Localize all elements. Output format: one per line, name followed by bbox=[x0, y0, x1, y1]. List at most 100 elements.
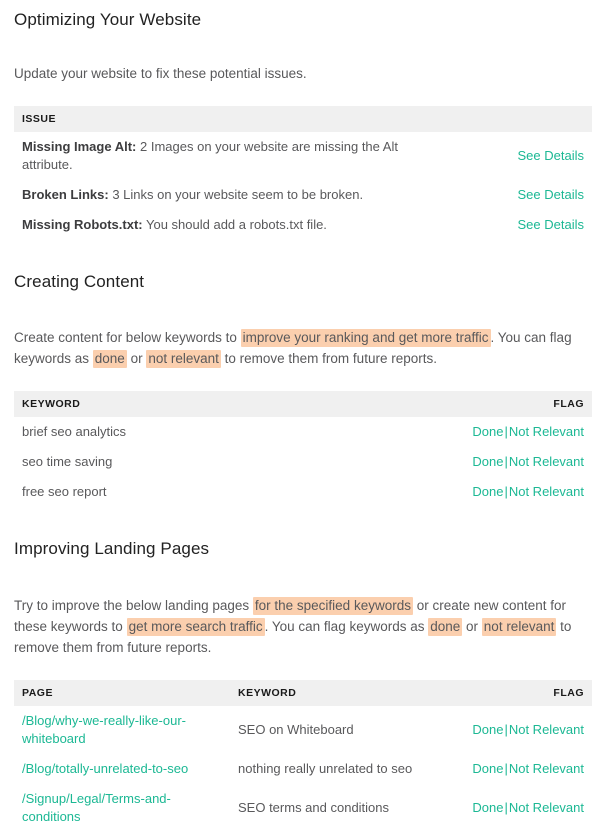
section-intro-text: Try to improve the below landing pages f… bbox=[14, 595, 592, 658]
issue-action-cell: See Details bbox=[444, 132, 592, 180]
column-header-keyword: KEYWORD bbox=[14, 391, 434, 417]
landing-pages-table-body: /Blog/why-we-really-like-our-whiteboard … bbox=[14, 706, 592, 832]
issue-name: Missing Robots.txt: bbox=[22, 217, 143, 232]
page-url-link[interactable]: /Signup/Legal/Terms-and-conditions bbox=[22, 791, 171, 824]
flag-cell: Done|Not Relevant bbox=[434, 417, 592, 447]
page-url-link[interactable]: /Blog/totally-unrelated-to-seo bbox=[22, 761, 188, 776]
intro-text-part: . You can flag keywords as bbox=[264, 619, 429, 634]
section-optimizing-your-website: Optimizing Your Website Update your webs… bbox=[0, 0, 606, 240]
issue-description: You should add a robots.txt file. bbox=[146, 217, 327, 232]
table-row: Missing Robots.txt: You should add a rob… bbox=[14, 210, 592, 240]
flag-cell: Done|Not Relevant bbox=[452, 706, 592, 754]
section-intro-text: Update your website to fix these potenti… bbox=[14, 66, 307, 81]
flag-cell: Done|Not Relevant bbox=[434, 447, 592, 477]
issues-table: ISSUE Missing Image Alt: 2 Images on you… bbox=[14, 106, 592, 240]
keyword-cell: seo time saving bbox=[22, 454, 113, 469]
keyword-cell: brief seo analytics bbox=[22, 424, 127, 439]
see-details-link[interactable]: See Details bbox=[518, 148, 584, 163]
seo-report-page: Optimizing Your Website Update your webs… bbox=[0, 0, 606, 832]
table-row: Broken Links: 3 Links on your website se… bbox=[14, 180, 592, 210]
issues-table-head: ISSUE bbox=[14, 106, 592, 132]
not-relevant-link[interactable]: Not Relevant bbox=[509, 454, 584, 469]
done-link[interactable]: Done bbox=[472, 484, 503, 499]
section-improving-landing-pages: Improving Landing Pages Try to improve t… bbox=[0, 539, 606, 832]
done-link[interactable]: Done bbox=[472, 800, 503, 815]
section-title-creating-content: Creating Content bbox=[14, 272, 145, 291]
column-header-flag: FLAG bbox=[434, 391, 592, 417]
keyword-cell: free seo report bbox=[22, 484, 107, 499]
done-link[interactable]: Done bbox=[472, 424, 503, 439]
flag-cell: Done|Not Relevant bbox=[434, 477, 592, 507]
table-header-row: PAGE KEYWORD FLAG bbox=[14, 680, 592, 706]
column-header-issue: ISSUE bbox=[14, 106, 444, 132]
table-header-row: ISSUE bbox=[14, 106, 592, 132]
section-intro-text: Create content for below keywords to imp… bbox=[14, 327, 592, 369]
intro-text-part: or bbox=[126, 351, 147, 366]
table-row: Missing Image Alt: 2 Images on your webs… bbox=[14, 132, 592, 180]
highlight-done: done bbox=[428, 618, 463, 636]
issue-description: 3 Links on your website seem to be broke… bbox=[112, 187, 364, 202]
page-url-link[interactable]: /Blog/why-we-really-like-our-whiteboard bbox=[22, 713, 186, 746]
column-header-flag: FLAG bbox=[452, 680, 592, 706]
landing-pages-table: PAGE KEYWORD FLAG /Blog/why-we-really-li… bbox=[14, 680, 592, 832]
highlight-more-search-traffic: get more search traffic bbox=[126, 618, 265, 636]
page-cell: /Blog/totally-unrelated-to-seo bbox=[14, 754, 230, 784]
highlight-improve-ranking: improve your ranking and get more traffi… bbox=[240, 329, 491, 347]
issue-name: Broken Links: bbox=[22, 187, 109, 202]
not-relevant-link[interactable]: Not Relevant bbox=[509, 761, 584, 776]
issue-action-cell: See Details bbox=[444, 210, 592, 240]
issue-cell: Broken Links: 3 Links on your website se… bbox=[14, 180, 444, 210]
intro-text-part: to remove them from future reports. bbox=[220, 351, 437, 366]
keywords-table-body: brief seo analytics Done|Not Relevant se… bbox=[14, 417, 592, 507]
keyword-cell: SEO terms and conditions bbox=[238, 800, 390, 815]
see-details-link[interactable]: See Details bbox=[518, 187, 584, 202]
done-link[interactable]: Done bbox=[472, 761, 503, 776]
flag-cell: Done|Not Relevant bbox=[452, 784, 592, 832]
highlight-done: done bbox=[92, 350, 127, 368]
issue-action-cell: See Details bbox=[444, 180, 592, 210]
intro-text-part: Try to improve the below landing pages bbox=[14, 598, 253, 613]
not-relevant-link[interactable]: Not Relevant bbox=[509, 484, 584, 499]
landing-pages-table-head: PAGE KEYWORD FLAG bbox=[14, 680, 592, 706]
highlight-not-relevant: not relevant bbox=[481, 618, 557, 636]
column-header-keyword: KEYWORD bbox=[230, 680, 452, 706]
highlight-specified-keywords: for the specified keywords bbox=[252, 597, 413, 615]
not-relevant-link[interactable]: Not Relevant bbox=[509, 424, 584, 439]
issue-name: Missing Image Alt: bbox=[22, 139, 137, 154]
column-header-page: PAGE bbox=[14, 680, 230, 706]
keyword-cell: nothing really unrelated to seo bbox=[238, 761, 413, 776]
not-relevant-link[interactable]: Not Relevant bbox=[509, 722, 584, 737]
see-details-link[interactable]: See Details bbox=[518, 217, 584, 232]
page-title: Optimizing Your Website bbox=[14, 10, 202, 29]
keywords-table-head: KEYWORD FLAG bbox=[14, 391, 592, 417]
section-creating-content: Creating Content Create content for belo… bbox=[0, 272, 606, 507]
intro-text-part: Create content for below keywords to bbox=[14, 330, 241, 345]
section-title-improving-landing-pages: Improving Landing Pages bbox=[14, 539, 210, 558]
table-row: /Blog/totally-unrelated-to-seo nothing r… bbox=[14, 754, 592, 784]
done-link[interactable]: Done bbox=[472, 722, 503, 737]
issues-table-body: Missing Image Alt: 2 Images on your webs… bbox=[14, 132, 592, 240]
page-cell: /Blog/why-we-really-like-our-whiteboard bbox=[14, 706, 230, 754]
table-row: free seo report Done|Not Relevant bbox=[14, 477, 592, 507]
column-header-issue-action bbox=[444, 106, 592, 132]
table-header-row: KEYWORD FLAG bbox=[14, 391, 592, 417]
keywords-table: KEYWORD FLAG brief seo analytics Done|No… bbox=[14, 391, 592, 507]
keyword-cell: SEO on Whiteboard bbox=[238, 722, 354, 737]
issue-cell: Missing Image Alt: 2 Images on your webs… bbox=[14, 132, 444, 180]
done-link[interactable]: Done bbox=[472, 454, 503, 469]
table-row: /Blog/why-we-really-like-our-whiteboard … bbox=[14, 706, 592, 754]
table-row: seo time saving Done|Not Relevant bbox=[14, 447, 592, 477]
table-row: brief seo analytics Done|Not Relevant bbox=[14, 417, 592, 447]
table-row: /Signup/Legal/Terms-and-conditions SEO t… bbox=[14, 784, 592, 832]
highlight-not-relevant: not relevant bbox=[146, 350, 221, 368]
not-relevant-link[interactable]: Not Relevant bbox=[509, 800, 584, 815]
page-cell: /Signup/Legal/Terms-and-conditions bbox=[14, 784, 230, 832]
